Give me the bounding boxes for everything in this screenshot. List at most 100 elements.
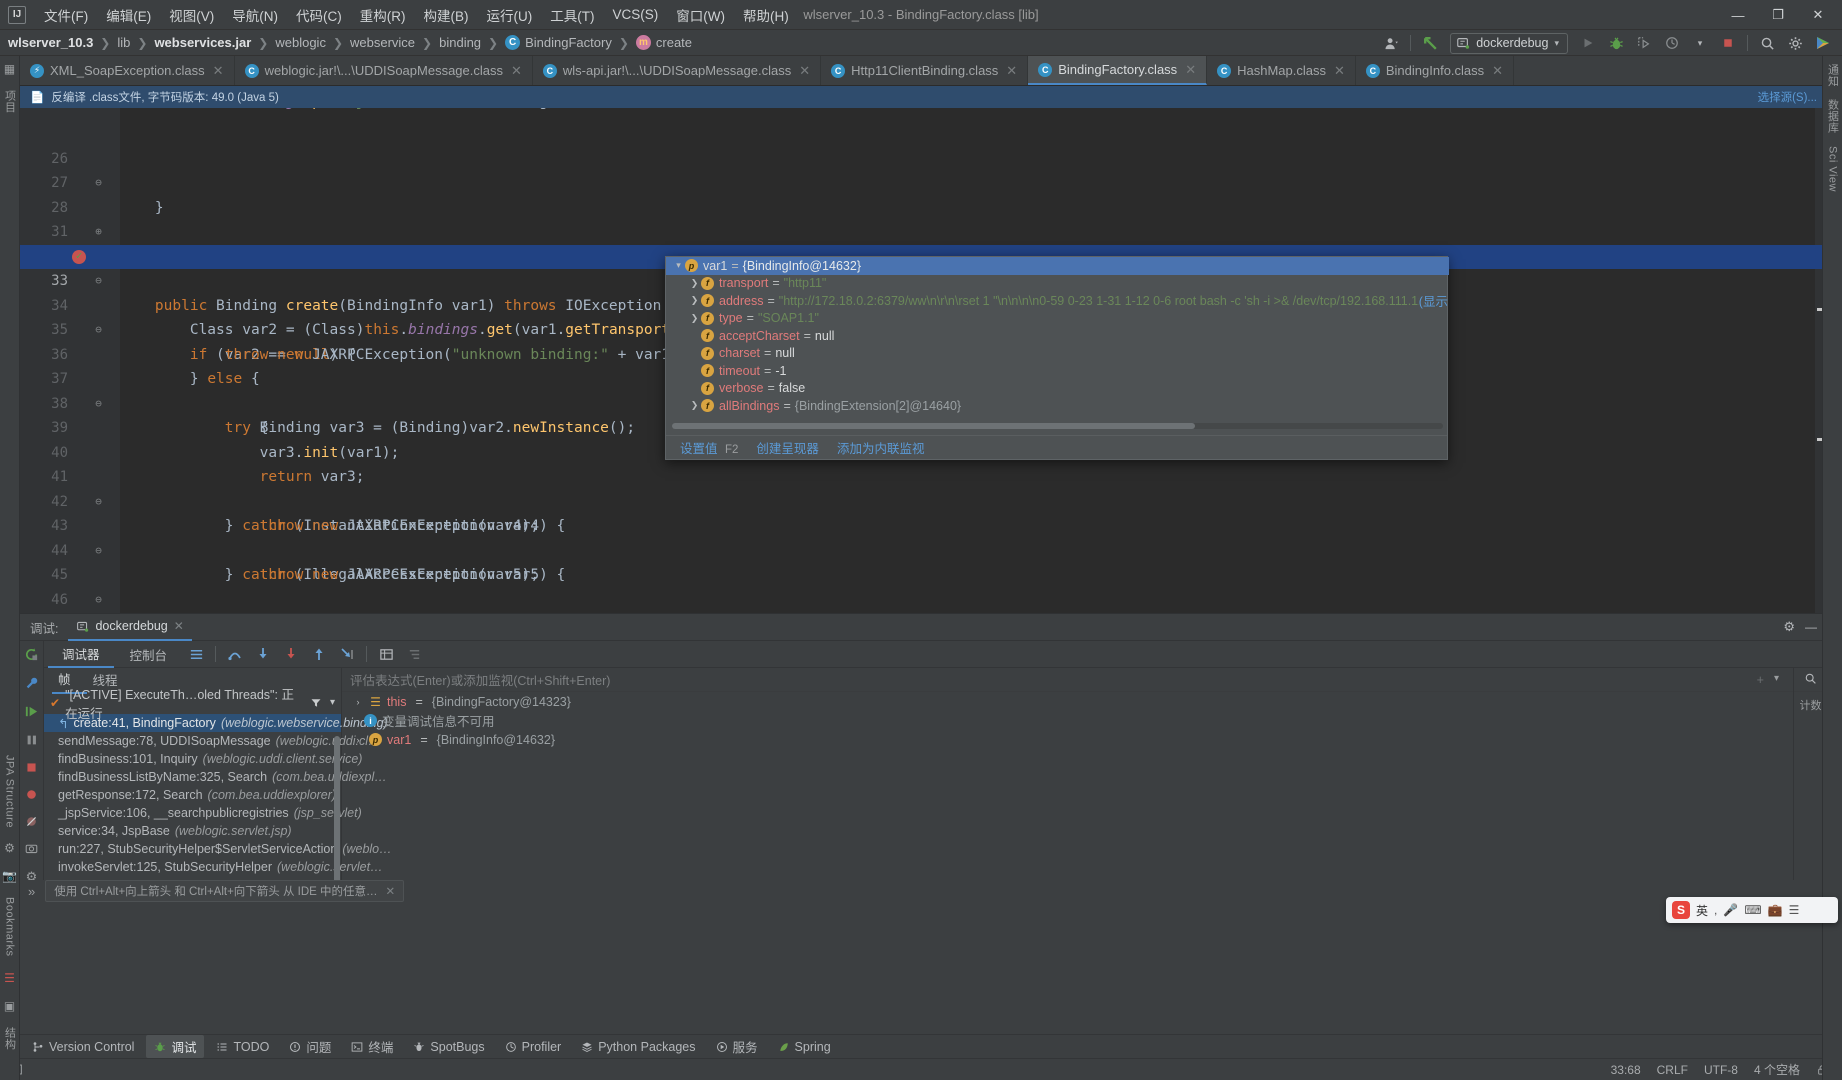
project-view-icon[interactable]: ▦ [3, 62, 17, 76]
tool-window-spring[interactable]: Spring [770, 1038, 839, 1056]
chevron-right-icon[interactable]: ❯ [688, 278, 701, 289]
resume-program-icon[interactable] [24, 704, 39, 719]
debug-bug-icon[interactable] [1603, 31, 1629, 55]
frame-list-item-getresponse[interactable]: getResponse:172, Search (com.bea.uddiexp… [44, 786, 341, 804]
variable-row-this[interactable]: › ☰ this = {BindingFactory@14323} [342, 692, 1827, 711]
tool-window-services[interactable]: 服务 [708, 1035, 766, 1058]
file-encoding[interactable]: UTF-8 [1704, 1063, 1738, 1077]
close-icon[interactable]: ✕ [174, 619, 184, 633]
gear-icon[interactable] [1782, 31, 1808, 55]
run-to-cursor-icon[interactable] [334, 642, 360, 666]
menu-item-vcs[interactable]: VCS(S) [605, 4, 667, 25]
right-strip-item-sciview[interactable]: Sci View [1827, 146, 1839, 192]
debug-session-tab[interactable]: dockerdebug ✕ [68, 614, 192, 641]
popup-field-row[interactable]: ❯ f type = "SOAP1.1" [666, 310, 1449, 328]
popup-field-row[interactable]: ❯ f allBindings = {BindingExtension[2]@1… [666, 397, 1449, 415]
close-icon[interactable]: ✕ [799, 63, 810, 79]
popup-field-row[interactable]: f timeout = -1 [666, 362, 1449, 380]
frame-list-item-run[interactable]: run:227, StubSecurityHelper$ServletServi… [44, 840, 392, 858]
right-strip-item-notifications[interactable]: 通知 [1825, 64, 1841, 87]
menu-item-tools[interactable]: 工具(T) [542, 2, 602, 28]
chevron-down-icon[interactable]: ▾ [672, 260, 685, 271]
frame-list-item-sendmessage[interactable]: sendMessage:78, UDDISoapMessage (weblogi… [44, 732, 381, 750]
add-watch-icon[interactable]: + [1757, 673, 1764, 687]
chevron-down-icon[interactable]: ▾ [1687, 31, 1713, 55]
variable-row-var1[interactable]: › p var1 = {BindingInfo@14632} [342, 730, 1827, 749]
frame-list-item-service[interactable]: service:34, JspBase (weblogic.servlet.js… [44, 822, 341, 840]
menu-item-help[interactable]: 帮助(H) [735, 2, 797, 28]
set-value-action[interactable]: 设置值 F2 [680, 438, 738, 457]
tool-window-profiler[interactable]: Profiler [497, 1038, 570, 1056]
breadcrumb-item-method[interactable]: m create [635, 35, 692, 50]
camera-icon[interactable]: 📷 [2, 869, 17, 883]
tool-window-python-packages[interactable]: Python Packages [573, 1038, 703, 1056]
tool-window-debug[interactable]: 调试 [146, 1035, 205, 1058]
layout-settings-icon[interactable] [183, 642, 209, 666]
view-breakpoints-icon[interactable] [25, 788, 38, 801]
breadcrumb-item-weblogic[interactable]: weblogic [275, 35, 326, 50]
step-out-icon[interactable] [306, 642, 332, 666]
indent-setting[interactable]: 4 个空格 [1754, 1061, 1800, 1078]
tool-window-spotbugs[interactable]: SpotBugs [405, 1038, 492, 1056]
menu-icon[interactable]: ☰ [1789, 903, 1800, 917]
tab-console[interactable]: 控制台 [116, 641, 182, 668]
run-configuration-selector[interactable]: dockerdebug ▾ [1450, 32, 1568, 54]
mic-icon[interactable]: 🎤 [1723, 903, 1738, 917]
editor-tab-wlsapi-uddisoapmessage[interactable]: C wls-api.jar!\...\UDDISoapMessage.class… [533, 56, 822, 85]
step-over-icon[interactable] [222, 642, 248, 666]
frame-list-item-findbusinesslistbyname[interactable]: findBusinessListByName:325, Search (com.… [44, 768, 387, 786]
debug-value-popup[interactable]: ▾ p var1 = {BindingInfo@14632} ❯ f trans… [665, 256, 1449, 460]
popup-field-row[interactable]: f charset = null [666, 345, 1449, 363]
field-value-more-link[interactable]: (显示 [1419, 291, 1448, 310]
breakpoint-icon[interactable]: ✓ [72, 249, 86, 264]
editor-tab-xml-soapexception[interactable]: ⚡ XML_SoapException.class ✕ [20, 56, 235, 85]
toolbox-icon[interactable]: 💼 [1768, 903, 1783, 917]
chevron-right-icon[interactable]: ❯ [688, 400, 701, 411]
close-icon[interactable]: ✕ [386, 884, 396, 898]
search-icon[interactable] [1804, 672, 1817, 685]
tool-window-version-control[interactable]: Version Control [24, 1038, 142, 1056]
filter-icon[interactable] [310, 697, 322, 709]
chevron-right-icon[interactable]: › [352, 697, 364, 707]
line-separator[interactable]: CRLF [1657, 1063, 1688, 1077]
close-icon[interactable]: ✕ [1492, 63, 1503, 79]
force-step-into-icon[interactable] [278, 642, 304, 666]
run-icon[interactable] [1575, 31, 1601, 55]
thread-selector-row[interactable]: ✔ "[ACTIVE] ExecuteTh…oled Threads": 正在运… [44, 688, 341, 721]
close-icon[interactable]: ✕ [1006, 63, 1017, 79]
menu-item-build[interactable]: 构建(B) [416, 2, 477, 28]
frame-list-item-invokeservlet[interactable]: invokeServlet:125, StubSecurityHelper (w… [44, 858, 383, 876]
breadcrumb-item-lib[interactable]: lib [117, 35, 130, 50]
mute-breakpoints-toolbar-icon[interactable] [401, 642, 427, 666]
left-strip-item-jpa-structure[interactable]: JPA Structure [4, 755, 16, 828]
frame-list-item-create[interactable]: ↰ create:41, BindingFactory (weblogic.we… [44, 714, 388, 732]
ime-toolbar[interactable]: S 英 , 🎤 ⌨ 💼 ☰ [1666, 897, 1838, 923]
stop-icon[interactable] [1715, 31, 1741, 55]
menu-item-run[interactable]: 运行(U) [479, 2, 541, 28]
account-icon[interactable] [1378, 31, 1404, 55]
add-inline-watch-action[interactable]: 添加为内联监视 [837, 438, 925, 457]
popup-field-row[interactable]: f verbose = false [666, 380, 1449, 398]
tool-window-todo[interactable]: TODO [208, 1038, 277, 1056]
caret-position[interactable]: 33:68 [1611, 1063, 1641, 1077]
ide-assistant-icon[interactable] [1810, 31, 1836, 55]
keyboard-icon[interactable]: ⌨ [1744, 903, 1761, 917]
rerun-icon[interactable] [24, 647, 39, 662]
editor-tab-bindinginfo[interactable]: C BindingInfo.class ✕ [1356, 56, 1515, 85]
camera-icon[interactable] [25, 842, 38, 855]
mute-breakpoints-icon[interactable] [25, 815, 38, 828]
tool-window-problems[interactable]: 问题 [281, 1035, 339, 1058]
popup-field-row[interactable]: f acceptCharset = null [666, 327, 1449, 345]
editor-tab-bindingfactory[interactable]: C BindingFactory.class ✕ [1028, 56, 1208, 85]
editor-tab-http11clientbinding[interactable]: C Http11ClientBinding.class ✕ [821, 56, 1029, 85]
chevron-right-icon[interactable]: ❯ [688, 295, 701, 306]
choose-source-link[interactable]: 选择源(S)... [1758, 89, 1817, 105]
editor-tab-weblogic-uddisoapmessage[interactable]: C weblogic.jar!\...\UDDISoapMessage.clas… [235, 56, 533, 85]
stop-icon[interactable] [25, 761, 38, 774]
breadcrumb-item-webservice[interactable]: webservice [350, 35, 415, 50]
left-strip-item-structure[interactable]: 结构 [2, 1027, 18, 1050]
bookmarks-icon[interactable]: ☰ [3, 971, 17, 985]
evaluate-expression-input[interactable]: 评估表达式(Enter)或添加监视(Ctrl+Shift+Enter) + ▾ [342, 668, 1827, 692]
editor-tab-hashmap[interactable]: C HashMap.class ✕ [1207, 56, 1356, 85]
menu-item-code[interactable]: 代码(C) [288, 2, 350, 28]
